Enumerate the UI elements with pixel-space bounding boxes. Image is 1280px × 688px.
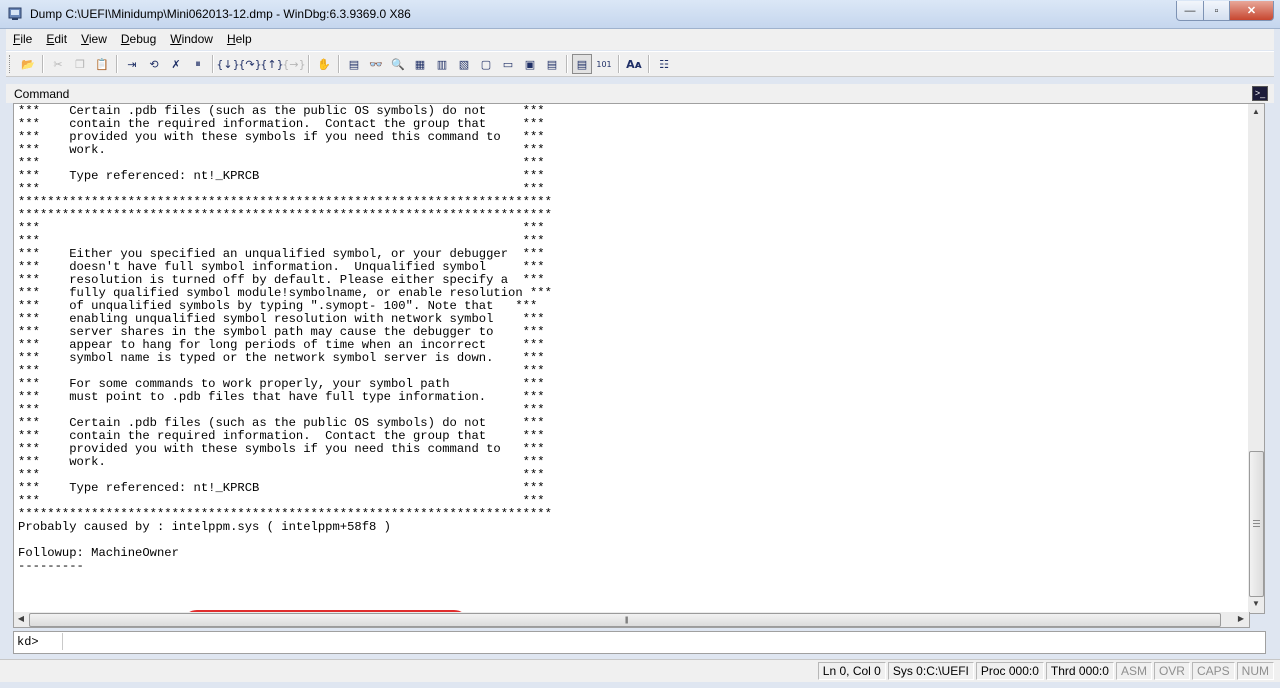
minimize-button[interactable]: — — [1176, 1, 1204, 21]
menu-file[interactable]: File — [6, 29, 39, 50]
status-caps: CAPS — [1191, 662, 1235, 680]
status-bar: Ln 0, Col 0 Sys 0:C:\UEFI Proc 000:0 Thr… — [0, 659, 1280, 682]
minimize-icon: — — [1184, 4, 1196, 17]
command-prompt-icon: >_ — [1254, 88, 1266, 98]
status-num: NUM — [1236, 662, 1274, 680]
watch-window-icon[interactable]: 👓 — [366, 54, 386, 74]
toolbar-separator — [566, 55, 568, 73]
menu-edit[interactable]: Edit — [39, 29, 74, 50]
scratch-pad-window-icon[interactable]: ▭ — [498, 54, 518, 74]
font-icon[interactable]: Aᴀ — [624, 54, 644, 74]
run-to-cursor-icon[interactable]: {→} — [282, 54, 305, 74]
paste-icon[interactable]: 📋 — [92, 54, 112, 74]
scroll-right-icon[interactable]: ▶ — [1234, 611, 1248, 627]
insert-breakpoint-icon[interactable]: ✋ — [314, 54, 334, 74]
command-window-menu-button[interactable]: >_ — [1252, 86, 1268, 101]
command-browser-window-icon[interactable]: ▤ — [542, 54, 562, 74]
step-over-icon[interactable]: {↷} — [238, 54, 261, 74]
go-icon[interactable]: ⇥ — [122, 54, 142, 74]
maximize-button[interactable]: ▫ — [1204, 1, 1230, 21]
stop-debugging-icon[interactable]: ✗ — [166, 54, 186, 74]
break-icon[interactable]: ⏸ — [188, 54, 208, 74]
status-asm: ASM — [1115, 662, 1152, 680]
horizontal-scroll-thumb[interactable]: ||| — [29, 613, 1221, 627]
menu-help[interactable]: Help — [220, 29, 259, 50]
copy-icon[interactable]: ❐ — [70, 54, 90, 74]
processes-threads-window-icon[interactable]: ▣ — [520, 54, 540, 74]
command-window-title: Command — [14, 87, 70, 101]
command-window-header: Command >_ — [6, 84, 1274, 103]
memory-window-icon[interactable]: ▥ — [432, 54, 452, 74]
restart-icon[interactable]: ⟲ — [144, 54, 164, 74]
maximize-icon: ▫ — [1214, 4, 1219, 17]
call-stack-window-icon[interactable]: ▧ — [454, 54, 474, 74]
window-title: Dump C:\UEFI\Minidump\Mini062013-12.dmp … — [30, 7, 411, 21]
vertical-scroll-thumb[interactable] — [1249, 451, 1264, 597]
source-mode-icon[interactable]: ▤ — [572, 54, 592, 74]
toolbar-separator — [338, 55, 340, 73]
cut-icon[interactable]: ✂ — [48, 54, 68, 74]
step-into-icon[interactable]: {↓} — [216, 54, 239, 74]
registers-window-icon[interactable]: ▦ — [410, 54, 430, 74]
command-input[interactable] — [62, 633, 1265, 650]
toolbar: 📂 ✂ ❐ 📋 ⇥ ⟲ ✗ ⏸ {↓} {↷} {↑} {→} ✋ ▤ 👓 🔍 … — [6, 51, 1274, 77]
close-button[interactable]: ✕ — [1230, 1, 1274, 21]
close-icon: ✕ — [1246, 5, 1257, 17]
horizontal-scrollbar[interactable]: ◀ ||| ▶ — [13, 612, 1250, 628]
toolbar-separator — [648, 55, 650, 73]
open-file-icon[interactable]: 📂 — [18, 54, 38, 74]
scroll-up-icon[interactable]: ▲ — [1248, 104, 1264, 120]
status-system: Sys 0:C:\UEFI — [887, 662, 974, 680]
scroll-left-icon[interactable]: ◀ — [14, 611, 28, 627]
command-output-text: *** Certain .pdb files (such as the publ… — [18, 104, 552, 573]
toolbar-separator — [116, 55, 118, 73]
scroll-down-icon[interactable]: ▼ — [1248, 596, 1264, 612]
status-line-col: Ln 0, Col 0 — [817, 662, 886, 680]
toolbar-separator — [42, 55, 44, 73]
toolbar-separator — [618, 55, 620, 73]
thumb-grip-mark — [1253, 526, 1260, 527]
toolbar-separator — [308, 55, 310, 73]
command-prompt: kd> — [17, 635, 39, 649]
menu-debug[interactable]: Debug — [114, 29, 163, 50]
locals-window-icon[interactable]: 🔍 — [388, 54, 408, 74]
command-window-icon[interactable]: ▤ — [344, 54, 364, 74]
menu-bar: File Edit View Debug Window Help — [6, 29, 1274, 50]
thumb-grip-mark — [1253, 523, 1260, 524]
hex-mode-icon[interactable]: 101 — [594, 54, 614, 74]
thumb-grip-mark: ||| — [625, 617, 629, 624]
menu-window[interactable]: Window — [163, 29, 220, 50]
status-thread: Thrd 000:0 — [1045, 662, 1114, 680]
disassembly-window-icon[interactable]: ▢ — [476, 54, 496, 74]
menu-view[interactable]: View — [74, 29, 114, 50]
title-bar: Dump C:\UEFI\Minidump\Mini062013-12.dmp … — [0, 0, 1280, 29]
status-process: Proc 000:0 — [975, 662, 1044, 680]
status-ovr: OVR — [1153, 662, 1190, 680]
windbg-app-icon — [8, 7, 22, 20]
thumb-grip-mark — [1253, 520, 1260, 521]
command-input-row: kd> — [13, 631, 1266, 654]
command-output[interactable]: *** Certain .pdb files (such as the publ… — [13, 103, 1250, 614]
vertical-scrollbar[interactable]: ▲ ▼ — [1248, 103, 1265, 614]
options-icon[interactable]: ☷ — [654, 54, 674, 74]
toolbar-separator — [212, 55, 214, 73]
step-out-icon[interactable]: {↑} — [260, 54, 283, 74]
toolbar-grip[interactable] — [9, 55, 13, 73]
